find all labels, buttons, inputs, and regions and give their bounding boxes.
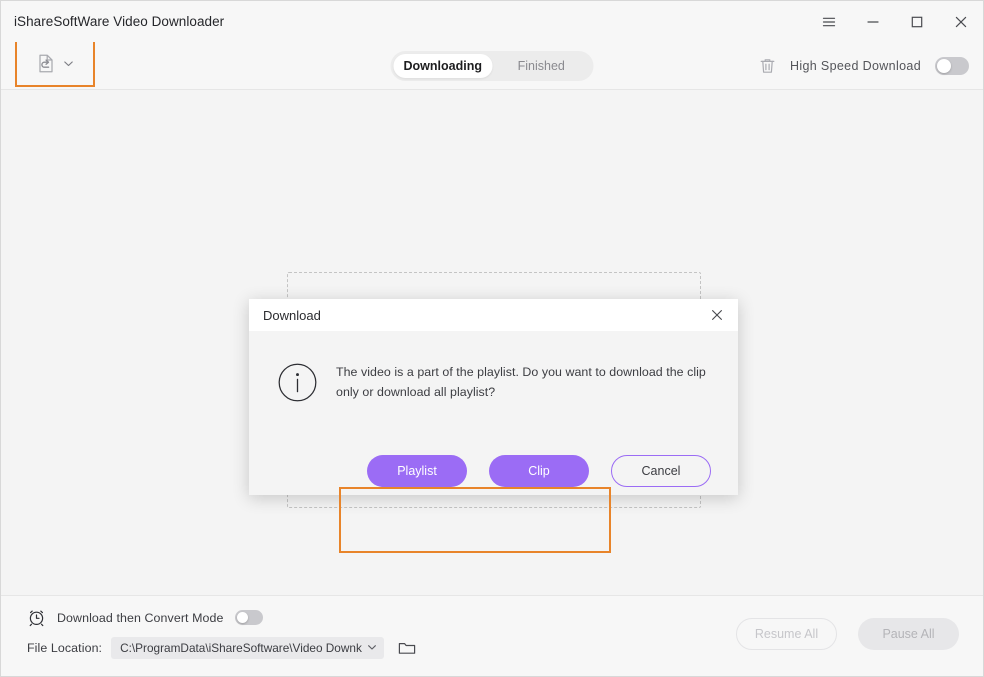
page-title: iShareSoftWare Video Downloader bbox=[14, 14, 224, 29]
toolbar: Downloading Finished High Speed Download bbox=[1, 42, 983, 90]
maximize-icon[interactable] bbox=[895, 1, 939, 42]
bottom-actions: Resume All Pause All bbox=[736, 618, 959, 650]
file-location-path: C:\ProgramData\iShareSoftware\Video Down… bbox=[120, 641, 367, 655]
dialog-layer: Download bbox=[1, 90, 983, 595]
pause-all-button[interactable]: Pause All bbox=[858, 618, 959, 650]
high-speed-download-label: High Speed Download bbox=[790, 59, 921, 73]
dialog-title: Download bbox=[263, 308, 321, 323]
cancel-button[interactable]: Cancel bbox=[611, 455, 711, 487]
close-icon[interactable] bbox=[939, 1, 983, 42]
file-location-select[interactable]: C:\ProgramData\iShareSoftware\Video Down… bbox=[111, 637, 384, 659]
folder-icon[interactable] bbox=[398, 640, 416, 656]
bottom-bar: Download then Convert Mode File Location… bbox=[1, 595, 983, 676]
chevron-down-icon bbox=[367, 639, 377, 657]
high-speed-download-toggle[interactable] bbox=[935, 57, 969, 75]
tab-group: Downloading Finished bbox=[391, 51, 594, 81]
download-dialog: Download bbox=[249, 299, 738, 495]
info-circle-icon bbox=[278, 363, 317, 407]
toolbar-right-group: High Speed Download bbox=[759, 42, 969, 90]
chevron-down-icon bbox=[63, 58, 74, 69]
toggle-knob bbox=[237, 612, 248, 623]
convert-mode-toggle[interactable] bbox=[235, 610, 263, 625]
tab-downloading[interactable]: Downloading bbox=[394, 54, 493, 78]
dialog-message-row: The video is a part of the playlist. Do … bbox=[249, 331, 738, 407]
alarm-clock-icon bbox=[27, 608, 46, 627]
window-controls bbox=[807, 1, 983, 42]
file-location-label: File Location: bbox=[27, 641, 102, 655]
paste-link-icon bbox=[36, 53, 56, 74]
dialog-message: The video is a part of the playlist. Do … bbox=[336, 362, 712, 407]
hamburger-menu-icon[interactable] bbox=[807, 1, 851, 42]
close-icon[interactable] bbox=[704, 302, 730, 328]
convert-mode-row: Download then Convert Mode bbox=[27, 608, 263, 627]
minimize-icon[interactable] bbox=[851, 1, 895, 42]
toggle-knob bbox=[937, 59, 951, 73]
app-window: iShareSoftWare Video Downloader bbox=[0, 0, 984, 677]
dialog-body: The video is a part of the playlist. Do … bbox=[249, 331, 738, 495]
title-bar: iShareSoftWare Video Downloader bbox=[1, 1, 983, 42]
tab-finished[interactable]: Finished bbox=[492, 54, 591, 78]
trash-icon[interactable] bbox=[759, 57, 776, 75]
content-area: Download bbox=[1, 90, 983, 595]
dialog-header: Download bbox=[249, 299, 738, 331]
dialog-button-row: Playlist Clip Cancel bbox=[249, 455, 738, 487]
clip-button[interactable]: Clip bbox=[489, 455, 589, 487]
convert-mode-label: Download then Convert Mode bbox=[57, 611, 224, 625]
file-location-row: File Location: C:\ProgramData\iShareSoft… bbox=[27, 637, 416, 659]
paste-url-button[interactable] bbox=[15, 40, 95, 87]
resume-all-button[interactable]: Resume All bbox=[736, 618, 837, 650]
playlist-button[interactable]: Playlist bbox=[367, 455, 467, 487]
